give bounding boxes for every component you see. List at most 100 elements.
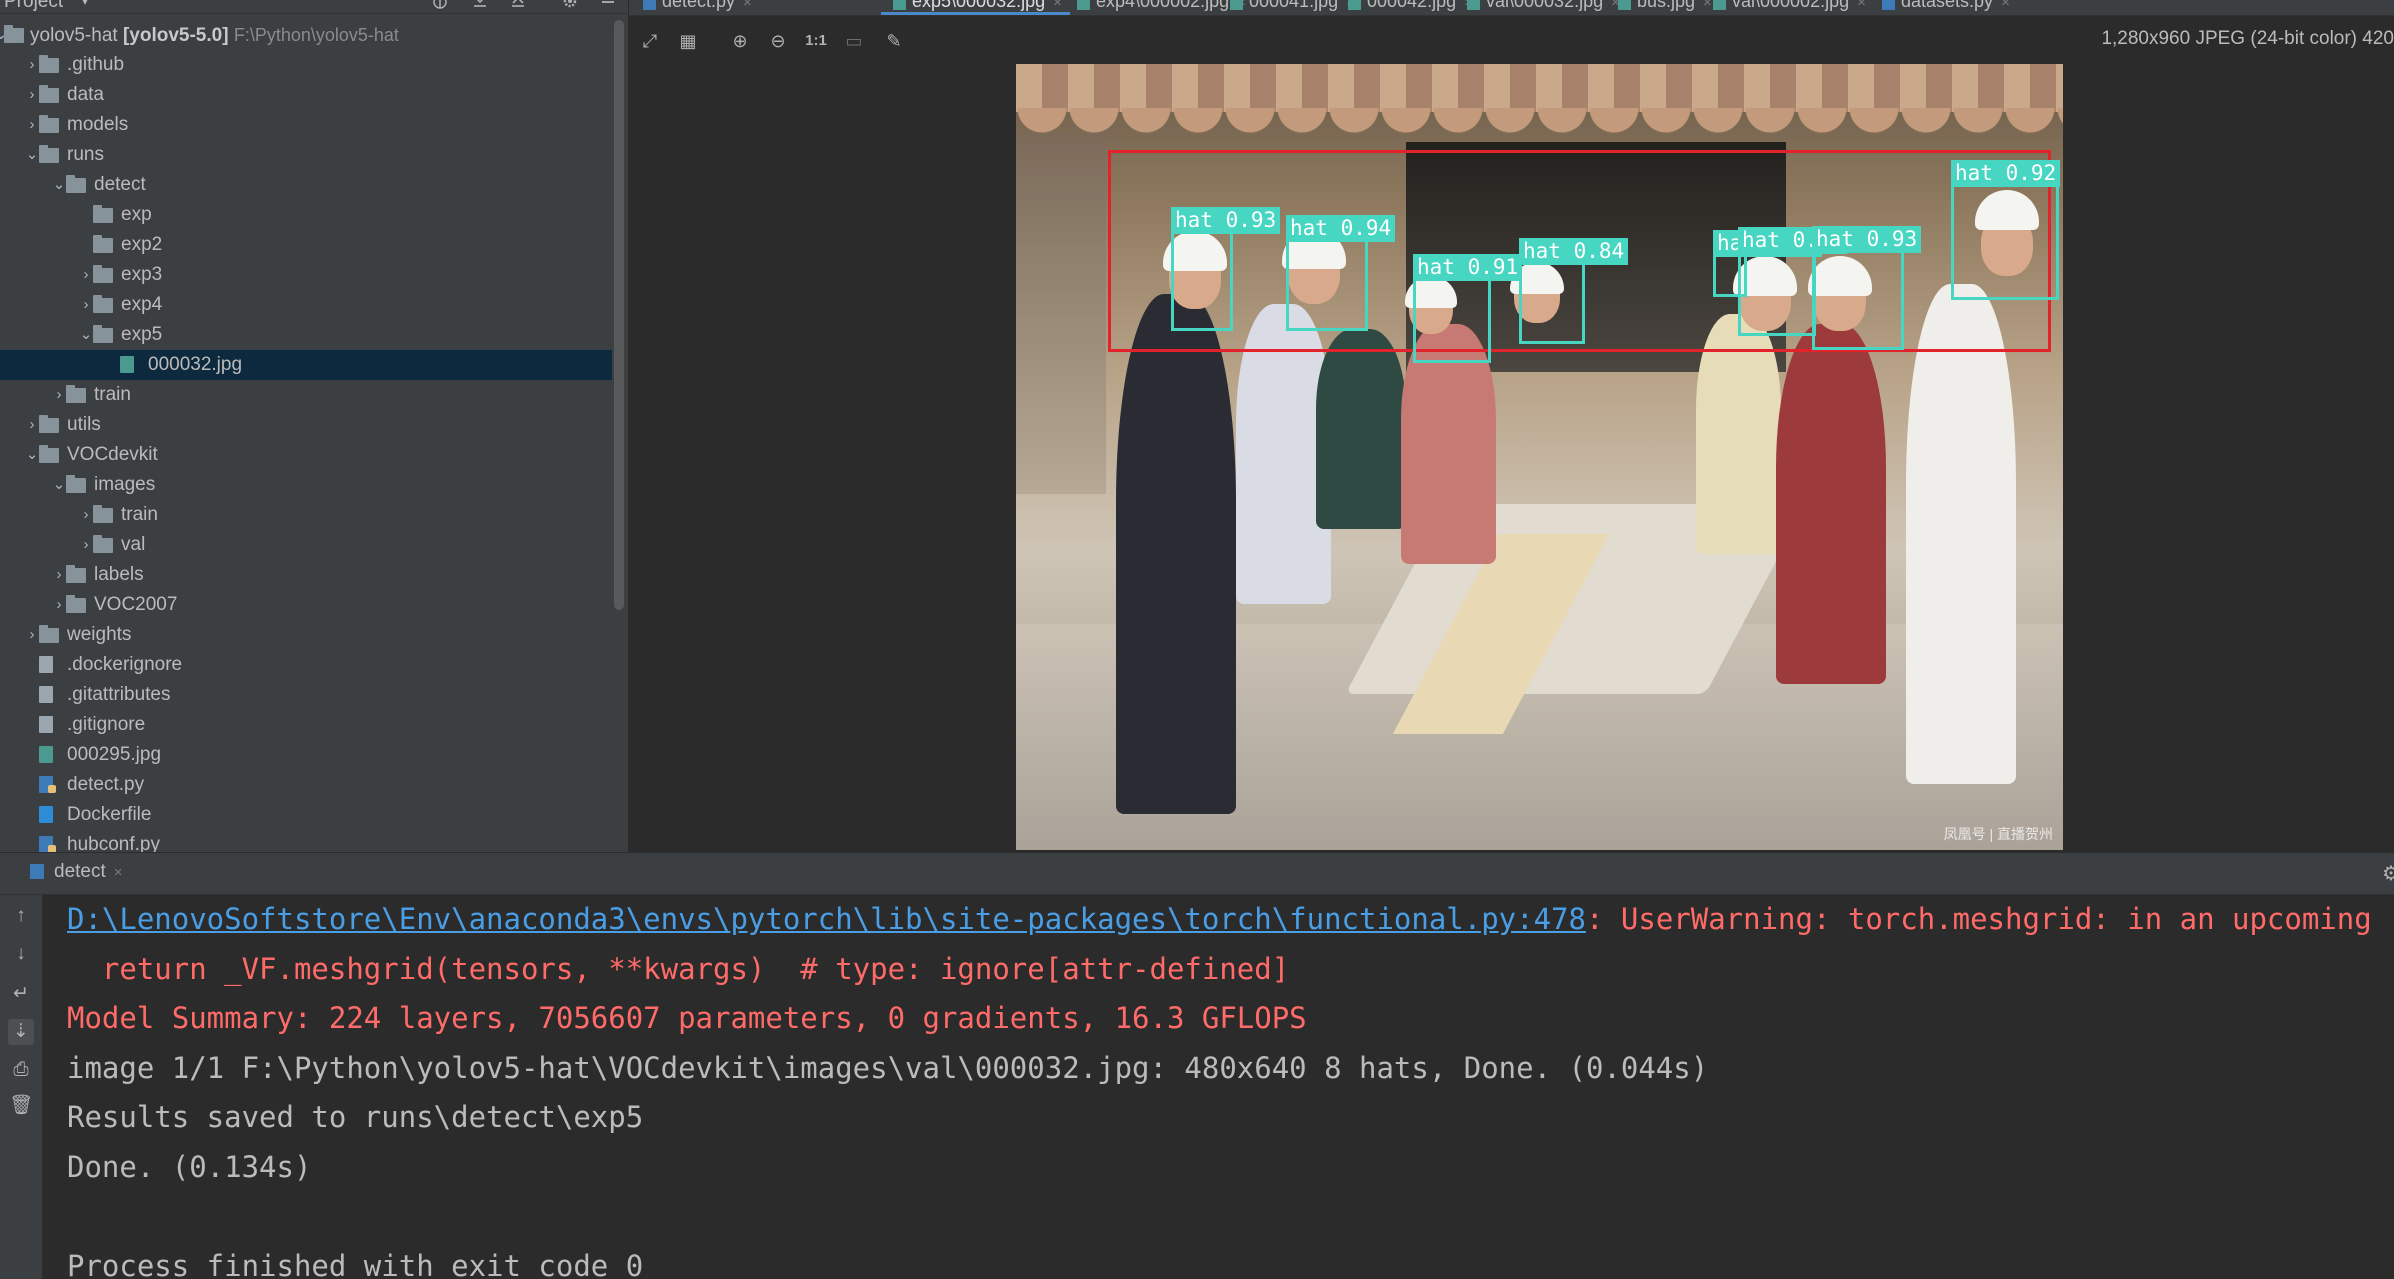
chevron-right-icon[interactable]: › bbox=[25, 80, 39, 110]
run-tab-detect[interactable]: detect × bbox=[30, 861, 123, 883]
tree-item-name: train bbox=[94, 384, 131, 405]
tree-item[interactable]: › labels bbox=[0, 560, 612, 590]
tree-item[interactable]: › utils bbox=[0, 410, 612, 440]
tree-item[interactable]: › exp4 bbox=[0, 290, 612, 320]
chevron-down-icon[interactable]: ⌄ bbox=[79, 320, 93, 350]
close-icon[interactable]: × bbox=[1703, 0, 1712, 11]
tree-item[interactable]: exp bbox=[0, 200, 612, 230]
tree-item[interactable]: 000295.jpg bbox=[0, 740, 612, 770]
tree-item[interactable]: › .github bbox=[0, 50, 612, 80]
tree-item-label: .dockerignore bbox=[67, 650, 182, 680]
editor-tab[interactable]: exp5\000032.jpg × bbox=[881, 0, 1070, 17]
zoom-in-icon[interactable]: ⊕ bbox=[727, 28, 753, 54]
editor-tab[interactable]: val\000032.jpg × bbox=[1467, 0, 1620, 17]
tree-item[interactable]: › data bbox=[0, 80, 612, 110]
zoom-out-icon[interactable]: ⊖ bbox=[765, 28, 791, 54]
tree-item[interactable]: Dockerfile bbox=[0, 800, 612, 830]
tree-item-name: weights bbox=[67, 624, 132, 645]
image-toolbar: ⤢ ▦ ⊕ ⊖ 1:1 ▭ ✎ bbox=[629, 24, 1229, 58]
tree-item[interactable]: ⌄ images bbox=[0, 470, 612, 500]
editor-tab[interactable]: bus.jpg × bbox=[1618, 0, 1712, 17]
tree-item[interactable]: › train bbox=[0, 380, 612, 410]
tree-item[interactable]: › VOC2007 bbox=[0, 590, 612, 620]
tree-item[interactable]: detect.py bbox=[0, 770, 612, 800]
python-file-icon bbox=[1882, 0, 1895, 10]
tree-item-name: val bbox=[121, 534, 146, 555]
background-icon[interactable]: ▭ bbox=[841, 28, 867, 54]
editor-tab[interactable]: datasets.py × bbox=[1882, 0, 2010, 17]
editor-tab[interactable]: exp4\000002.jpg× bbox=[1077, 0, 1246, 17]
detection-label: hat 0.92 bbox=[1951, 160, 2061, 187]
tree-item[interactable]: exp2 bbox=[0, 230, 612, 260]
chevron-right-icon[interactable]: › bbox=[52, 380, 66, 410]
arrow-down-icon[interactable]: ↓ bbox=[8, 941, 34, 967]
trash-icon[interactable]: 🗑 bbox=[8, 1093, 34, 1119]
chevron-right-icon[interactable]: › bbox=[25, 110, 39, 140]
tree-item[interactable]: › train bbox=[0, 500, 612, 530]
tree-item[interactable]: › exp3 bbox=[0, 260, 612, 290]
print-icon[interactable]: ⎙ bbox=[8, 1057, 34, 1083]
color-picker-icon[interactable]: ✎ bbox=[881, 28, 907, 54]
fit-to-window-icon[interactable]: ⤢ bbox=[637, 28, 663, 54]
close-icon[interactable]: × bbox=[1857, 0, 1866, 11]
chevron-right-icon[interactable]: › bbox=[79, 530, 93, 560]
console-file-link[interactable]: D:\LenovoSoftstore\Env\anaconda3\envs\py… bbox=[67, 902, 1586, 936]
soft-wrap-icon[interactable]: ↵ bbox=[8, 981, 34, 1007]
tree-item[interactable]: .gitignore bbox=[0, 710, 612, 740]
console-line-text: Process finished with exit code 0 bbox=[67, 1248, 644, 1279]
chevron-right-icon[interactable]: › bbox=[79, 290, 93, 320]
tree-item[interactable]: › val bbox=[0, 530, 612, 560]
chevron-down-icon[interactable]: ⌄ bbox=[52, 170, 66, 200]
chevron-right-icon[interactable]: › bbox=[52, 560, 66, 590]
tree-item[interactable]: ⌄ detect bbox=[0, 170, 612, 200]
tree-item-name: runs bbox=[67, 144, 104, 165]
chevron-right-icon[interactable]: › bbox=[25, 620, 39, 650]
tree-item[interactable]: › models bbox=[0, 110, 612, 140]
collapse-all-icon[interactable] bbox=[510, 0, 526, 11]
tree-item-label: 000032.jpg bbox=[148, 350, 242, 380]
chevron-right-icon[interactable]: › bbox=[79, 260, 93, 290]
close-icon[interactable]: × bbox=[1053, 0, 1062, 11]
close-icon[interactable]: × bbox=[2001, 0, 2010, 11]
tree-item[interactable]: 000032.jpg bbox=[0, 350, 612, 380]
tree-item[interactable]: ⌄ runs bbox=[0, 140, 612, 170]
tree-item[interactable]: ⌄ VOCdevkit bbox=[0, 440, 612, 470]
tree-item[interactable]: › weights bbox=[0, 620, 612, 650]
chevron-right-icon[interactable]: › bbox=[25, 410, 39, 440]
close-icon[interactable]: × bbox=[114, 864, 123, 881]
editor-tab[interactable]: 000042.jpg× bbox=[1348, 0, 1473, 17]
arrow-up-icon[interactable]: ↑ bbox=[8, 903, 34, 929]
tree-item[interactable]: .gitattributes bbox=[0, 680, 612, 710]
editor-tab[interactable]: val\000002.jpg × bbox=[1713, 0, 1866, 17]
chevron-down-icon[interactable]: ⌄ bbox=[25, 140, 39, 170]
tree-item[interactable]: ⌄ exp5 bbox=[0, 320, 612, 350]
close-icon[interactable]: × bbox=[743, 0, 752, 11]
gear-icon[interactable]: ⚙ bbox=[2382, 861, 2394, 886]
tree-item-name: VOCdevkit bbox=[67, 444, 158, 465]
chevron-right-icon[interactable]: › bbox=[79, 500, 93, 530]
minimize-icon[interactable] bbox=[600, 0, 616, 11]
tree-item[interactable]: hubconf.py bbox=[0, 830, 612, 852]
chevron-right-icon[interactable]: › bbox=[25, 50, 39, 80]
chevron-right-icon[interactable]: › bbox=[52, 590, 66, 620]
tree-item[interactable]: ⌄yolov5-hat [yolov5-5.0] F:\Python\yolov… bbox=[0, 20, 612, 50]
project-scrollbar[interactable] bbox=[614, 20, 624, 610]
text-file-icon bbox=[39, 716, 53, 733]
project-title[interactable]: Project bbox=[4, 0, 63, 13]
tree-item-label: .github bbox=[67, 50, 124, 80]
expand-all-icon[interactable] bbox=[472, 0, 488, 11]
chevron-down-icon[interactable]: ⌄ bbox=[52, 470, 66, 500]
chevron-down-icon[interactable]: ⌄ bbox=[25, 440, 39, 470]
locate-icon[interactable] bbox=[432, 0, 448, 11]
scroll-to-end-icon[interactable]: ⇣ bbox=[8, 1019, 34, 1045]
folder-icon bbox=[93, 295, 113, 313]
tree-item[interactable]: .dockerignore bbox=[0, 650, 612, 680]
chevron-down-icon[interactable]: ▾ bbox=[82, 0, 88, 8]
gear-icon[interactable] bbox=[562, 0, 578, 11]
image-file-icon bbox=[39, 746, 53, 763]
grid-icon[interactable]: ▦ bbox=[675, 28, 701, 54]
actual-size-button[interactable]: 1:1 bbox=[803, 28, 829, 54]
editor-tab[interactable]: detect.py × bbox=[643, 0, 752, 17]
console-output: D:\LenovoSoftstore\Env\anaconda3\envs\py… bbox=[67, 895, 2387, 1279]
editor-tab[interactable]: 000041.jpg× bbox=[1230, 0, 1355, 17]
